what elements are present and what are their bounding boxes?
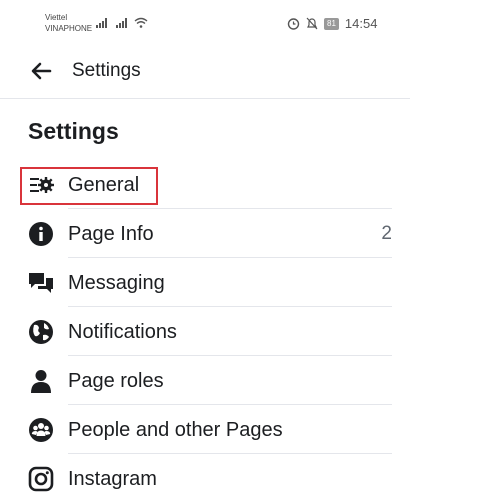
person-icon	[31, 370, 51, 393]
signal-strength-icon-2	[116, 18, 127, 28]
settings-item-messaging[interactable]: Messaging	[0, 258, 410, 307]
page-title: Settings	[28, 118, 119, 144]
item-count: 2	[381, 223, 392, 244]
settings-item-people-and-pages[interactable]: People and other Pages	[0, 405, 410, 454]
settings-item-instagram[interactable]: Instagram	[0, 454, 410, 503]
clock: 14:54	[344, 16, 378, 31]
highlight-box	[20, 167, 158, 205]
settings-item-label: Page Info	[68, 223, 154, 245]
topbar-title: Settings	[72, 60, 141, 81]
globe-icon	[29, 320, 53, 344]
carrier-names: Viettel VINAPHONE	[45, 12, 92, 34]
top-app-bar: Settings	[0, 50, 410, 99]
instagram-icon	[28, 466, 54, 492]
signal-strength-icon	[96, 18, 107, 28]
battery-icon: 81	[324, 17, 339, 30]
people-icon	[29, 418, 53, 442]
carrier-1: Viettel	[45, 13, 68, 22]
carrier-2: VINAPHONE	[45, 24, 93, 33]
wifi-icon	[134, 17, 148, 28]
settings-item-notifications[interactable]: Notifications	[0, 307, 410, 356]
info-icon	[29, 222, 53, 246]
settings-item-page-info[interactable]: Page Info 2	[0, 209, 410, 258]
alarm-icon	[287, 18, 300, 30]
messaging-icon	[29, 273, 53, 293]
settings-item-page-roles[interactable]: Page roles	[0, 356, 410, 405]
settings-item-label: Page roles	[68, 370, 164, 392]
settings-item-label: Messaging	[68, 272, 165, 294]
back-arrow-icon[interactable]	[30, 60, 52, 82]
signal-icons	[96, 17, 148, 28]
status-bar: Viettel VINAPHONE 81 14:54	[0, 0, 480, 44]
mute-bell-icon	[306, 17, 318, 30]
settings-item-label: Notifications	[68, 321, 177, 343]
settings-item-label: People and other Pages	[68, 419, 283, 441]
status-right: 81 14:54	[287, 16, 377, 31]
